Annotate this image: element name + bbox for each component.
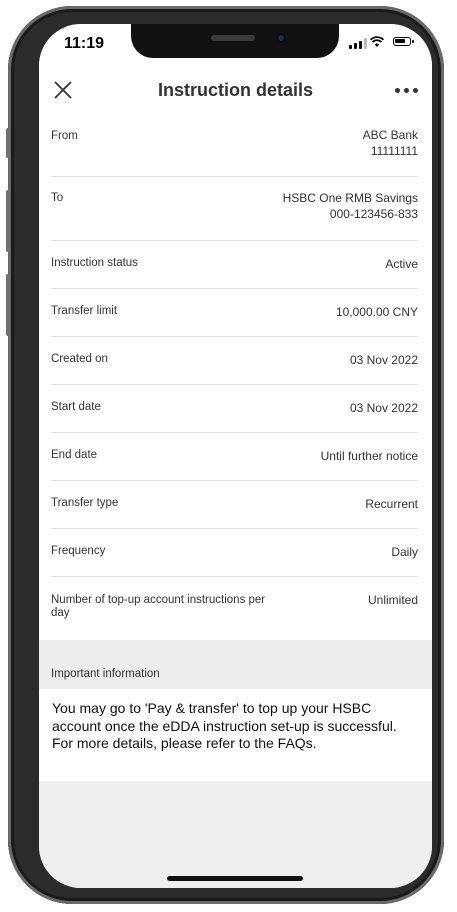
detail-value: Unlimited — [367, 593, 418, 607]
detail-value: Until further notice — [320, 449, 418, 463]
app-screen: 11:19 Instruction details From ABC Bank … — [39, 24, 432, 888]
detail-value: 03 Nov 2022 — [349, 353, 418, 367]
side-button — [6, 128, 10, 158]
detail-row-transfer-limit: Transfer limit 10,000.00 CNY — [51, 288, 418, 337]
important-info-body: You may go to 'Pay & transfer' to top up… — [39, 689, 432, 781]
detail-value: Daily — [391, 545, 418, 559]
detail-label: From — [51, 130, 78, 142]
detail-value-line: HSBC One RMB Savings — [282, 191, 418, 205]
detail-row-instruction-status: Instruction status Active — [51, 240, 418, 289]
details-list: From ABC Bank 11111111 To HSBC One RMB S… — [39, 114, 432, 640]
detail-value-line: ABC Bank — [362, 128, 418, 142]
section-title: Important information — [51, 668, 160, 680]
detail-row-frequency: Frequency Daily — [51, 528, 418, 577]
detail-value-line: 000-123456-833 — [329, 207, 418, 221]
detail-value: Recurrent — [365, 497, 418, 511]
notch — [131, 24, 339, 58]
detail-label: Frequency — [51, 545, 106, 557]
important-info-text: You may go to 'Pay & transfer' to top up… — [52, 700, 397, 751]
detail-row-to: To HSBC One RMB Savings 000-123456-833 — [51, 176, 418, 241]
detail-label: Created on — [51, 353, 108, 365]
speaker — [211, 35, 255, 41]
important-info-heading: Important information — [39, 640, 432, 689]
detail-value: 03 Nov 2022 — [349, 401, 418, 415]
detail-value: 10,000.00 CNY — [335, 305, 418, 319]
page-title: Instruction details — [157, 80, 314, 100]
detail-value: ABC Bank 11111111 — [363, 127, 418, 159]
detail-row-end-date: End date Until further notice — [51, 432, 418, 481]
detail-row-from: From ABC Bank 11111111 — [51, 114, 418, 177]
detail-row-start-date: Start date 03 Nov 2022 — [51, 384, 418, 433]
detail-label: End date — [51, 449, 98, 461]
bottom-area — [39, 781, 432, 888]
detail-row-created-on: Created on 03 Nov 2022 — [51, 336, 418, 385]
detail-row-transfer-type: Transfer type Recurrent — [51, 480, 418, 529]
front-camera — [276, 33, 286, 43]
status-time: 11:19 — [64, 35, 105, 52]
wifi-icon — [370, 36, 384, 47]
detail-value: HSBC One RMB Savings 000-123456-833 — [283, 190, 418, 222]
detail-label: Number of top-up account instructions pe… — [51, 594, 266, 619]
detail-label: Transfer type — [51, 497, 119, 509]
detail-row-instructions-per-day: Number of top-up account instructions pe… — [51, 576, 418, 640]
detail-value: Active — [385, 257, 418, 271]
cellular-signal-icon — [349, 38, 367, 49]
more-options-icon[interactable] — [395, 88, 418, 93]
app-header: Instruction details — [39, 68, 432, 114]
battery-icon — [393, 37, 414, 46]
detail-label: To — [51, 192, 64, 204]
detail-label: Transfer limit — [51, 305, 118, 317]
detail-value-line: 11111111 — [370, 144, 418, 158]
side-button — [6, 274, 10, 336]
side-button — [6, 190, 10, 252]
detail-label: Instruction status — [51, 257, 138, 269]
detail-label: Start date — [51, 401, 101, 413]
home-indicator[interactable] — [167, 876, 303, 881]
